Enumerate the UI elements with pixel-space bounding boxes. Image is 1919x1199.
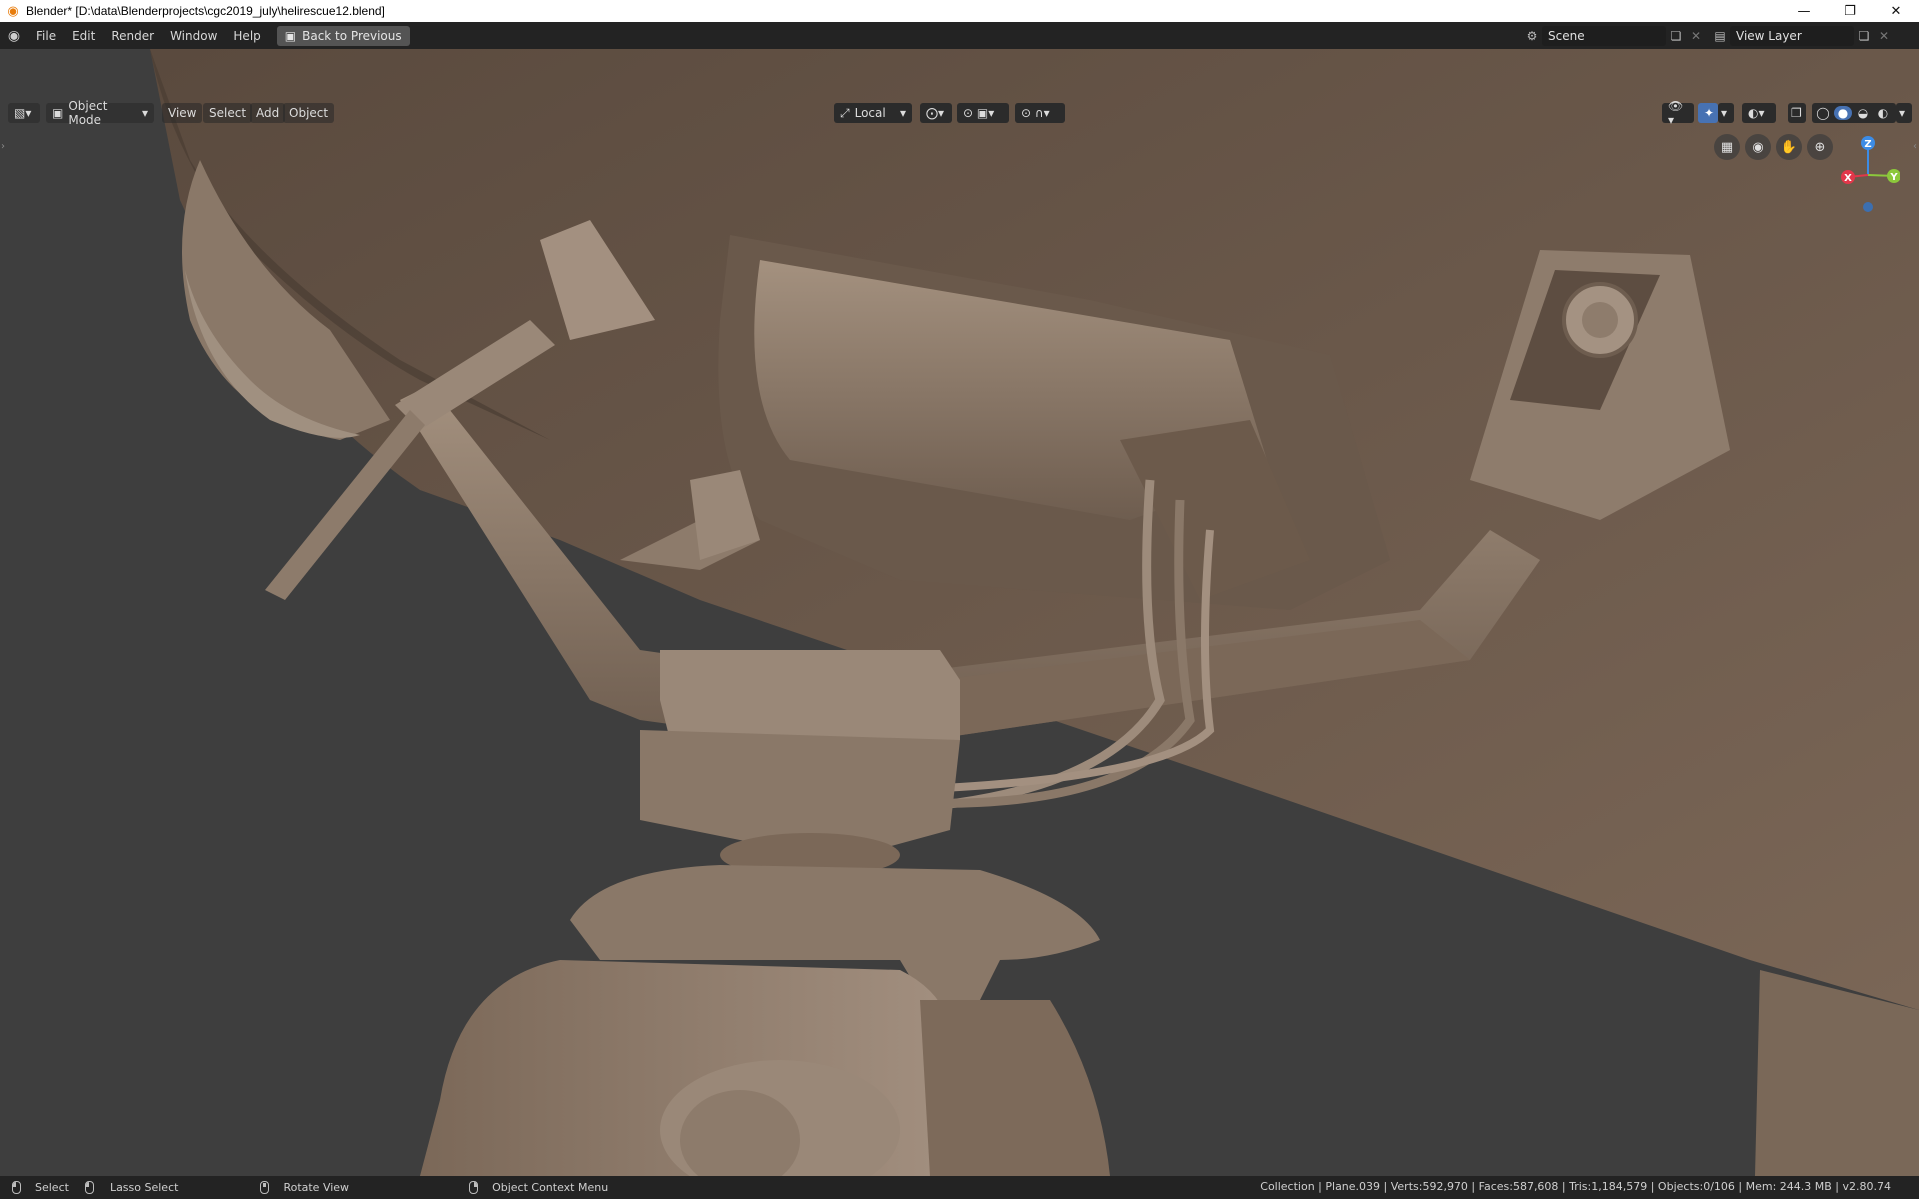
- status-select-label: Select: [35, 1181, 69, 1194]
- menu-add[interactable]: Add: [250, 103, 286, 123]
- scene-new-icon[interactable]: ❏: [1666, 26, 1686, 46]
- scene-statistics: Collection | Plane.039 | Verts:592,970 |…: [1260, 1180, 1891, 1193]
- navigation-axis-gizmo[interactable]: Z Y X: [1830, 129, 1900, 219]
- wireframe-shading-icon[interactable]: ◯: [1814, 106, 1832, 120]
- mode-select[interactable]: ▣ Object Mode ▾: [46, 99, 154, 127]
- status-rotate-label: Rotate View: [283, 1181, 350, 1194]
- pivot-icon: ⨀▾: [926, 106, 945, 120]
- editor-type-button[interactable]: ▧▾: [8, 103, 40, 123]
- shading-dropdown[interactable]: ▾: [1896, 103, 1912, 123]
- menu-help[interactable]: Help: [225, 26, 268, 46]
- shading-modes: ◯ ● ◒ ◐: [1812, 103, 1896, 123]
- visibility-button[interactable]: 👁▾: [1662, 99, 1694, 127]
- material-shading-icon[interactable]: ◒: [1854, 106, 1872, 120]
- snap-button[interactable]: ⊙ ▣▾: [957, 103, 1009, 123]
- toggle-perspective-icon[interactable]: ▦: [1714, 134, 1740, 160]
- status-bar: Select Lasso Select Rotate View Object C…: [0, 1176, 1919, 1199]
- menu-window[interactable]: Window: [162, 26, 225, 46]
- menu-object[interactable]: Object: [283, 103, 335, 123]
- chevron-down-icon: ▾: [899, 106, 906, 120]
- sidebar-toggle-icon[interactable]: ‹: [1913, 141, 1917, 152]
- mouse-left-icon: [12, 1181, 21, 1194]
- scene-remove-icon[interactable]: ✕: [1686, 26, 1706, 46]
- menu-add-label: Add: [256, 106, 280, 120]
- xray-icon: ❐: [1791, 106, 1802, 120]
- mouse-middle-icon: [260, 1181, 270, 1194]
- solid-shading-icon[interactable]: ●: [1834, 106, 1852, 120]
- status-context-hint: Object Context Menu: [469, 1181, 608, 1194]
- menu-select[interactable]: Select: [203, 103, 253, 123]
- camera-view-icon[interactable]: ◉: [1745, 134, 1771, 160]
- snap-icon: ⊙ ▣▾: [963, 106, 995, 120]
- minimize-button[interactable]: —: [1781, 0, 1827, 22]
- pivot-point-button[interactable]: ⨀▾: [920, 103, 952, 123]
- menu-render[interactable]: Render: [103, 26, 162, 46]
- scene-name-field[interactable]: Scene: [1542, 25, 1666, 46]
- status-rotate-hint: Rotate View: [260, 1181, 349, 1194]
- status-lasso-label: Lasso Select: [109, 1181, 179, 1194]
- blender-menu-icon[interactable]: ◉: [0, 28, 28, 44]
- toolbar-toggle-icon[interactable]: ›: [1, 141, 5, 152]
- view-layer-remove-icon[interactable]: ✕: [1874, 26, 1894, 46]
- scene-selector-group: ⚙ Scene ❏ ✕ ▤ View Layer ❏ ✕: [1522, 25, 1894, 46]
- chevron-down-icon: ▾: [141, 106, 148, 120]
- transform-orientation-select[interactable]: ⤢ Local ▾: [834, 103, 912, 123]
- top-menu-bar: ◉ File Edit Render Window Help ▣ Back to…: [0, 22, 1919, 49]
- mouse-drag-icon: [84, 1181, 94, 1194]
- neg-z-axis-ball[interactable]: [1863, 202, 1873, 212]
- gizmo-dropdown[interactable]: ▾: [1718, 103, 1734, 123]
- back-to-previous-button[interactable]: ▣ Back to Previous: [276, 25, 410, 46]
- transform-orientation-label: Local: [854, 106, 886, 120]
- close-button[interactable]: ✕: [1873, 0, 1919, 22]
- menu-select-label: Select: [209, 106, 247, 120]
- pan-view-icon[interactable]: ✋: [1776, 134, 1802, 160]
- blender-logo-icon: ◉: [7, 3, 19, 19]
- menu-file[interactable]: File: [28, 26, 64, 46]
- orientation-icon: ⤢: [840, 105, 850, 120]
- y-axis-label: Y: [1889, 172, 1898, 183]
- status-select-hint: Select: [12, 1181, 69, 1194]
- view-layer-new-icon[interactable]: ❏: [1854, 26, 1874, 46]
- x-axis-label: X: [1844, 173, 1852, 184]
- menu-object-label: Object: [289, 106, 329, 120]
- view-layer-browse-icon[interactable]: ▤: [1710, 26, 1730, 46]
- restore-button[interactable]: ❐: [1827, 0, 1873, 22]
- overlays-icon: ◐▾: [1748, 106, 1765, 120]
- status-lasso-hint: Lasso Select: [84, 1181, 179, 1194]
- xray-toggle[interactable]: ❐: [1788, 103, 1806, 123]
- editor-type-icon: ▧▾: [14, 106, 32, 120]
- rendered-shading-icon[interactable]: ◐: [1874, 106, 1892, 120]
- back-icon: ▣: [284, 28, 297, 43]
- view-layer-name: View Layer: [1736, 28, 1802, 43]
- chevron-down-icon: ▾: [1899, 106, 1906, 120]
- z-axis-label: Z: [1864, 139, 1871, 150]
- view-layer-name-field[interactable]: View Layer: [1730, 25, 1854, 46]
- overlays-button[interactable]: ◐▾: [1742, 103, 1776, 123]
- window-controls: — ❐ ✕: [1781, 0, 1919, 22]
- menu-view-label: View: [168, 106, 197, 120]
- menu-view[interactable]: View: [162, 103, 203, 123]
- os-title-bar: ◉ Blender* [D:\data\Blenderprojects\cgc2…: [0, 0, 1919, 22]
- scene-name: Scene: [1548, 28, 1585, 43]
- gizmo-toggle[interactable]: ✦: [1698, 103, 1718, 123]
- 3d-viewport[interactable]: ▧▾ ▣ Object Mode ▾ View Select Add Objec…: [0, 49, 1919, 1176]
- eye-icon: 👁▾: [1668, 99, 1684, 127]
- scene-browse-icon[interactable]: ⚙: [1522, 26, 1542, 46]
- proportional-edit-button[interactable]: ⊙ ∩▾: [1015, 103, 1065, 123]
- proportional-edit-icon: ⊙ ∩▾: [1021, 106, 1050, 120]
- chevron-down-icon: ▾: [1721, 106, 1728, 120]
- menu-edit[interactable]: Edit: [64, 26, 103, 46]
- object-mode-icon: ▣: [52, 106, 64, 120]
- window-title: Blender* [D:\data\Blenderprojects\cgc201…: [26, 4, 385, 18]
- mode-label: Object Mode: [68, 99, 108, 127]
- mouse-right-icon: [469, 1181, 479, 1194]
- status-context-label: Object Context Menu: [492, 1181, 609, 1194]
- 3d-scene-render: [0, 49, 1919, 1176]
- back-to-previous-label: Back to Previous: [302, 28, 402, 43]
- gizmo-icon: ✦: [1704, 106, 1715, 120]
